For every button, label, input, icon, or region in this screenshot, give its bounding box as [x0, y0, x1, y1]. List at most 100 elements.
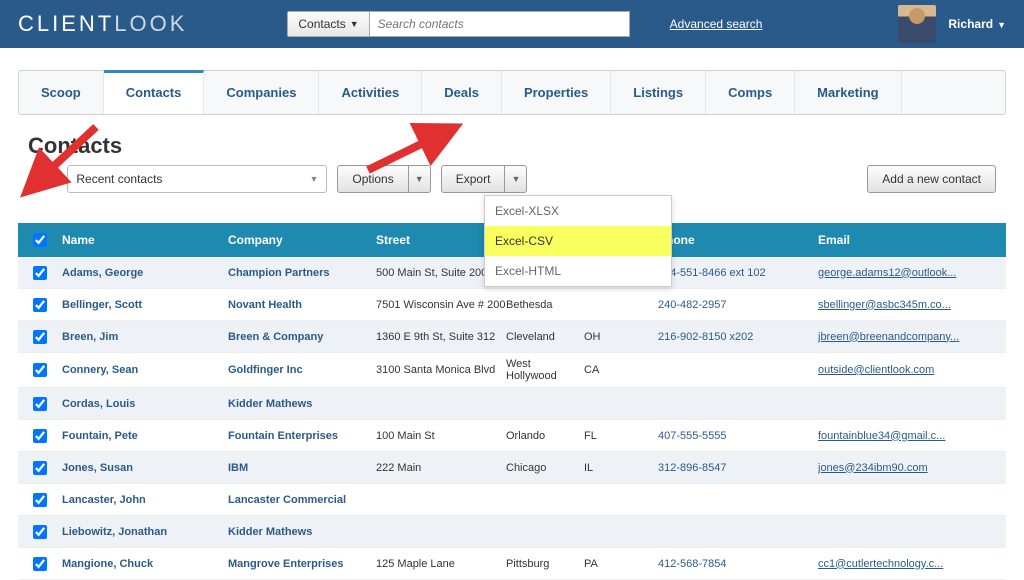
select-all-checkbox[interactable] — [33, 233, 47, 247]
contact-name-link[interactable]: Mangione, Chuck — [62, 558, 228, 570]
advanced-search-link[interactable]: Advanced search — [670, 17, 763, 31]
user-area: Richard▼ — [898, 5, 1006, 43]
chevron-down-icon: ▼ — [309, 174, 318, 184]
contact-name-link[interactable]: Lancaster, John — [62, 494, 228, 506]
row-checkbox[interactable] — [33, 525, 47, 539]
export-option[interactable]: Excel-XLSX — [485, 196, 671, 226]
phone-cell: 312-896-8547 — [658, 462, 818, 474]
row-checkbox[interactable] — [33, 266, 47, 280]
tab-listings[interactable]: Listings — [611, 71, 706, 114]
city-cell: Orlando — [506, 430, 584, 442]
company-link[interactable]: Kidder Mathews — [228, 398, 376, 410]
select-all-cell — [18, 233, 62, 247]
street-cell: 3100 Santa Monica Blvd — [376, 364, 506, 376]
top-bar: CLIENTLOOK Contacts▼ Advanced search Ric… — [0, 0, 1024, 48]
row-check-cell — [18, 330, 62, 344]
table-row: Connery, SeanGoldfinger Inc3100 Santa Mo… — [18, 353, 1006, 388]
city-cell: Bethesda — [506, 299, 584, 311]
contact-name-link[interactable]: Connery, Sean — [62, 364, 228, 376]
page-body: Contacts Show: Recent contacts ▼ Options… — [0, 115, 1024, 580]
export-option[interactable]: Excel-CSV — [485, 226, 671, 256]
table-row: Jones, SusanIBM222 MainChicagoIL312-896-… — [18, 452, 1006, 484]
street-cell: 125 Maple Lane — [376, 558, 506, 570]
row-checkbox[interactable] — [33, 397, 47, 411]
tab-marketing[interactable]: Marketing — [795, 71, 901, 114]
row-check-cell — [18, 429, 62, 443]
state-cell: IL — [584, 462, 658, 474]
city-cell: Chicago — [506, 462, 584, 474]
row-checkbox[interactable] — [33, 493, 47, 507]
tab-comps[interactable]: Comps — [706, 71, 795, 114]
street-cell: 222 Main — [376, 462, 506, 474]
export-option[interactable]: Excel-HTML — [485, 256, 671, 286]
row-checkbox[interactable] — [33, 330, 47, 344]
phone-cell: 404-551-8466 ext 102 — [658, 267, 818, 279]
row-checkbox[interactable] — [33, 557, 47, 571]
search-input[interactable] — [370, 11, 630, 37]
email-link[interactable]: fountainblue34@gmail.c... — [818, 430, 1006, 442]
contact-name-link[interactable]: Adams, George — [62, 267, 228, 279]
col-phone[interactable]: Phone — [658, 233, 818, 247]
contact-name-link[interactable]: Cordas, Louis — [62, 398, 228, 410]
company-link[interactable]: Fountain Enterprises — [228, 430, 376, 442]
tab-scoop[interactable]: Scoop — [19, 71, 104, 114]
tab-properties[interactable]: Properties — [502, 71, 611, 114]
city-cell: Pittsburg — [506, 558, 584, 570]
table-row: Bellinger, ScottNovant Health7501 Wiscon… — [18, 289, 1006, 321]
state-cell: PA — [584, 558, 658, 570]
annotation-arrow — [16, 117, 106, 207]
logo-text-light: CLIENT — [18, 11, 114, 36]
contact-name-link[interactable]: Jones, Susan — [62, 462, 228, 474]
email-link[interactable]: sbellinger@asbc345m.co... — [818, 299, 1006, 311]
export-dropdown-toggle[interactable]: ▼ — [505, 165, 527, 193]
export-menu: Excel-XLSXExcel-CSVExcel-HTML — [484, 195, 672, 287]
company-link[interactable]: Kidder Mathews — [228, 526, 376, 538]
email-link[interactable]: george.adams12@outlook... — [818, 267, 1006, 279]
email-link[interactable]: jbreen@breenandcompany... — [818, 331, 1006, 343]
company-link[interactable]: Mangrove Enterprises — [228, 558, 376, 570]
add-contact-button[interactable]: Add a new contact — [867, 165, 996, 193]
table-row: Fountain, PeteFountain Enterprises100 Ma… — [18, 420, 1006, 452]
tab-contacts[interactable]: Contacts — [104, 70, 205, 114]
table-row: Mangione, ChuckMangrove Enterprises125 M… — [18, 548, 1006, 580]
tab-companies[interactable]: Companies — [204, 71, 319, 114]
main-tabs: ScoopContactsCompaniesActivitiesDealsPro… — [18, 70, 1006, 115]
row-check-cell — [18, 557, 62, 571]
street-cell: 7501 Wisconsin Ave # 200 — [376, 299, 506, 311]
phone-cell: 412-568-7854 — [658, 558, 818, 570]
company-link[interactable]: Champion Partners — [228, 267, 376, 279]
user-menu[interactable]: Richard▼ — [948, 17, 1006, 31]
email-link[interactable]: outside@clientlook.com — [818, 364, 1006, 376]
email-link[interactable]: cc1@cutlertechnology.c... — [818, 558, 1006, 570]
row-checkbox[interactable] — [33, 363, 47, 377]
search-group: Contacts▼ Advanced search — [287, 11, 762, 37]
chevron-down-icon: ▼ — [350, 19, 359, 29]
controls-row: Show: Recent contacts ▼ Options ▼ Export… — [28, 165, 1006, 193]
company-link[interactable]: IBM — [228, 462, 376, 474]
search-context-dropdown[interactable]: Contacts▼ — [287, 11, 369, 37]
col-name[interactable]: Name — [62, 233, 228, 247]
street-cell: 1360 E 9th St, Suite 312 — [376, 331, 506, 343]
row-checkbox[interactable] — [33, 298, 47, 312]
company-link[interactable]: Novant Health — [228, 299, 376, 311]
contact-name-link[interactable]: Fountain, Pete — [62, 430, 228, 442]
show-select[interactable]: Recent contacts ▼ — [67, 165, 327, 193]
user-name-label: Richard — [948, 17, 993, 31]
contact-name-link[interactable]: Bellinger, Scott — [62, 299, 228, 311]
page-title: Contacts — [28, 133, 1006, 159]
contact-name-link[interactable]: Breen, Jim — [62, 331, 228, 343]
tab-activities[interactable]: Activities — [319, 71, 422, 114]
tab-deals[interactable]: Deals — [422, 71, 502, 114]
contact-name-link[interactable]: Liebowitz, Jonathan — [62, 526, 228, 538]
row-check-cell — [18, 461, 62, 475]
email-link[interactable]: jones@234ibm90.com — [818, 462, 1006, 474]
company-link[interactable]: Breen & Company — [228, 331, 376, 343]
row-checkbox[interactable] — [33, 461, 47, 475]
company-link[interactable]: Goldfinger Inc — [228, 364, 376, 376]
col-email[interactable]: Email — [818, 233, 1006, 247]
col-company[interactable]: Company — [228, 233, 376, 247]
avatar[interactable] — [898, 5, 936, 43]
row-checkbox[interactable] — [33, 429, 47, 443]
company-link[interactable]: Lancaster Commercial — [228, 494, 376, 506]
state-cell: FL — [584, 430, 658, 442]
